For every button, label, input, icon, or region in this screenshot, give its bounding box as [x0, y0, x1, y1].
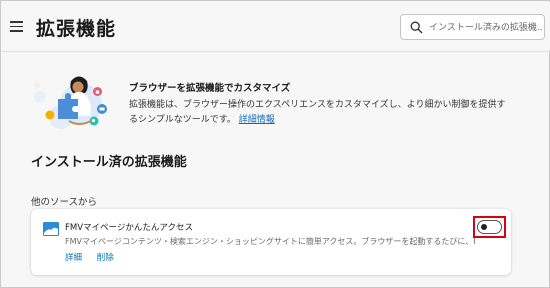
extension-actions: 詳細 削除 [65, 251, 126, 263]
installed-extensions-heading: インストール済の拡張機能 [31, 155, 187, 170]
search-box[interactable] [400, 14, 545, 40]
search-input[interactable] [429, 19, 543, 36]
other-sources-heading: 他のソースから [31, 197, 98, 208]
remove-link[interactable]: 削除 [97, 253, 114, 263]
details-link[interactable]: 詳細 [65, 253, 82, 263]
banner-description-text: 拡張機能は、ブラウザー操作のエクスペリエンスをカスタマイズし、より細かい制御を提… [129, 100, 506, 125]
header-divider [2, 51, 550, 52]
menu-icon[interactable] [10, 21, 23, 32]
extensions-illustration [34, 76, 107, 129]
search-icon [410, 21, 423, 34]
extension-description: FMVマイページコンテンツ・検索エンジン・ショッピングサイトに簡単アクセス。ブラ… [65, 237, 475, 246]
extension-card: FMVマイページかんたんアクセス FMVマイページコンテンツ・検索エンジン・ショ… [31, 209, 511, 275]
banner-description: 拡張機能は、ブラウザー操作のエクスペリエンスをカスタマイズし、より細かい制御を提… [129, 98, 509, 128]
fmv-extension-icon [43, 222, 59, 236]
learn-more-link[interactable]: 詳細情報 [239, 115, 275, 125]
page-header: 拡張機能 [2, 2, 550, 50]
extension-name: FMVマイページかんたんアクセス [65, 223, 193, 233]
extensions-page: 拡張機能 ブラウザーを拡張機能でカスタマイズ 拡張機能は、ブラウザー操作のエクス… [0, 0, 550, 288]
page-title: 拡張機能 [36, 18, 117, 40]
banner-title: ブラウザーを拡張機能でカスタマイズ [129, 83, 291, 94]
extension-toggle[interactable] [477, 220, 502, 234]
toggle-knob [481, 224, 487, 230]
